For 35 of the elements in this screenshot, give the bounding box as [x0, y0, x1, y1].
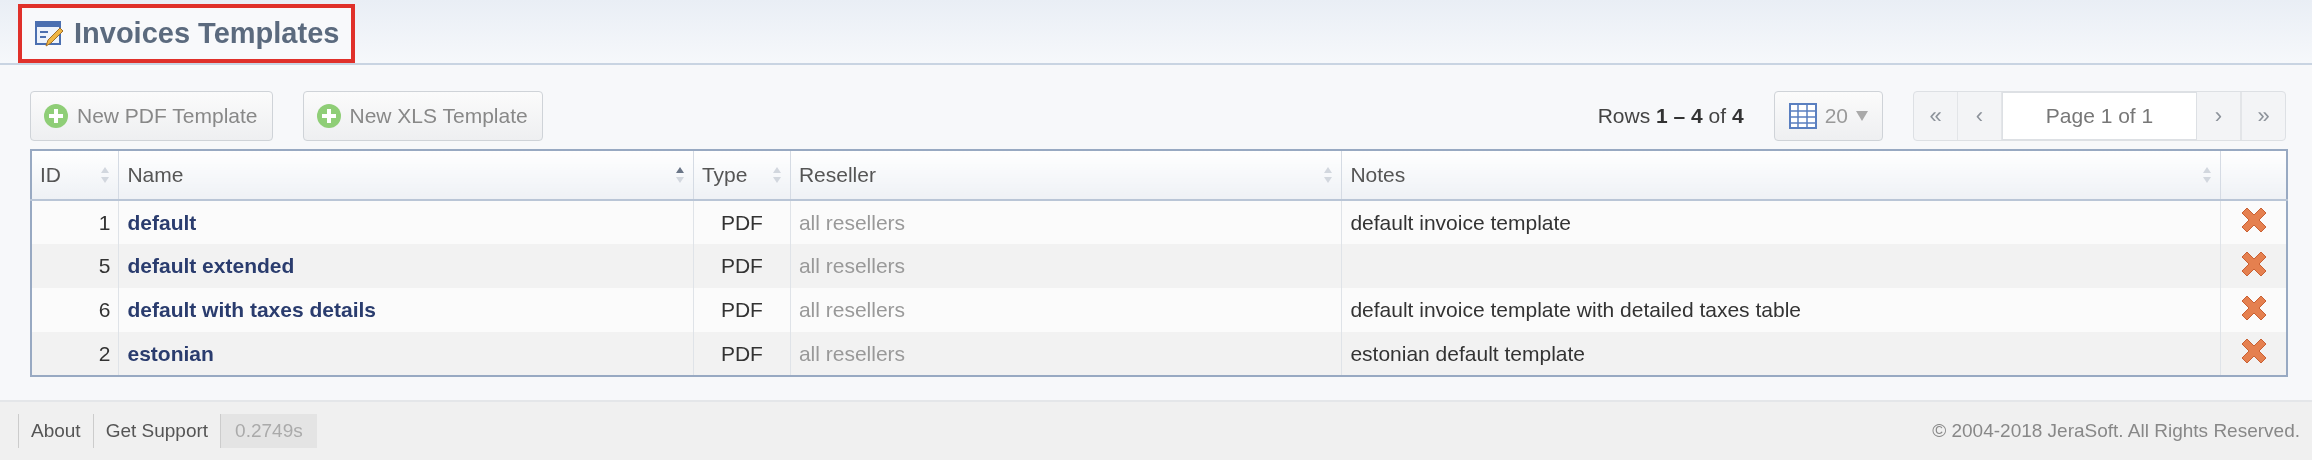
copyright-text: © 2004-2018 JeraSoft. All Rights Reserved.	[1932, 420, 2300, 442]
table-cell: 5	[98, 254, 111, 277]
caret-icon	[1856, 111, 1868, 121]
table-cell: PDF	[720, 298, 763, 321]
table-cell: PDF	[720, 341, 763, 365]
table-cell: 6	[98, 298, 111, 321]
column-header[interactable]: Type	[693, 150, 791, 200]
template-name[interactable]: default with taxes details	[127, 298, 377, 321]
template-name[interactable]: default extended	[127, 254, 295, 277]
page-title: Invoices Templates	[74, 17, 340, 50]
page-load-time: 0.2749s	[220, 414, 317, 448]
reseller-text: all resellers	[798, 341, 906, 365]
column-header[interactable]: Notes	[1341, 150, 2221, 200]
table-cell: default invoice template with detailed taxes table	[1350, 298, 1801, 321]
template-name[interactable]: default	[127, 210, 197, 234]
rows-info: Rows 1 – 4 of 4	[1597, 104, 1744, 128]
column-header	[2221, 150, 2287, 200]
column-header[interactable]: Reseller	[790, 150, 1342, 200]
plus-icon	[315, 103, 342, 129]
reseller-text: all resellers	[798, 210, 906, 234]
reseller-text: all resellers	[798, 298, 906, 321]
form-edit-icon	[34, 18, 64, 49]
table-cell: PDF	[720, 210, 763, 234]
template-name[interactable]: estonian	[127, 341, 214, 365]
reseller-text: all resellers	[798, 254, 906, 277]
table-cell: default invoice template	[1350, 210, 1571, 234]
column-header[interactable]: ID	[31, 150, 119, 200]
footer-link[interactable]: About	[18, 414, 93, 448]
plus-icon	[43, 103, 69, 129]
table-cell: 1	[98, 210, 111, 234]
table-icon	[1788, 103, 1817, 129]
column-header[interactable]: Name	[118, 150, 694, 200]
table-cell: estonian default template	[1350, 341, 1586, 365]
table-cell: 2	[98, 341, 111, 365]
table-cell: PDF	[720, 254, 763, 277]
